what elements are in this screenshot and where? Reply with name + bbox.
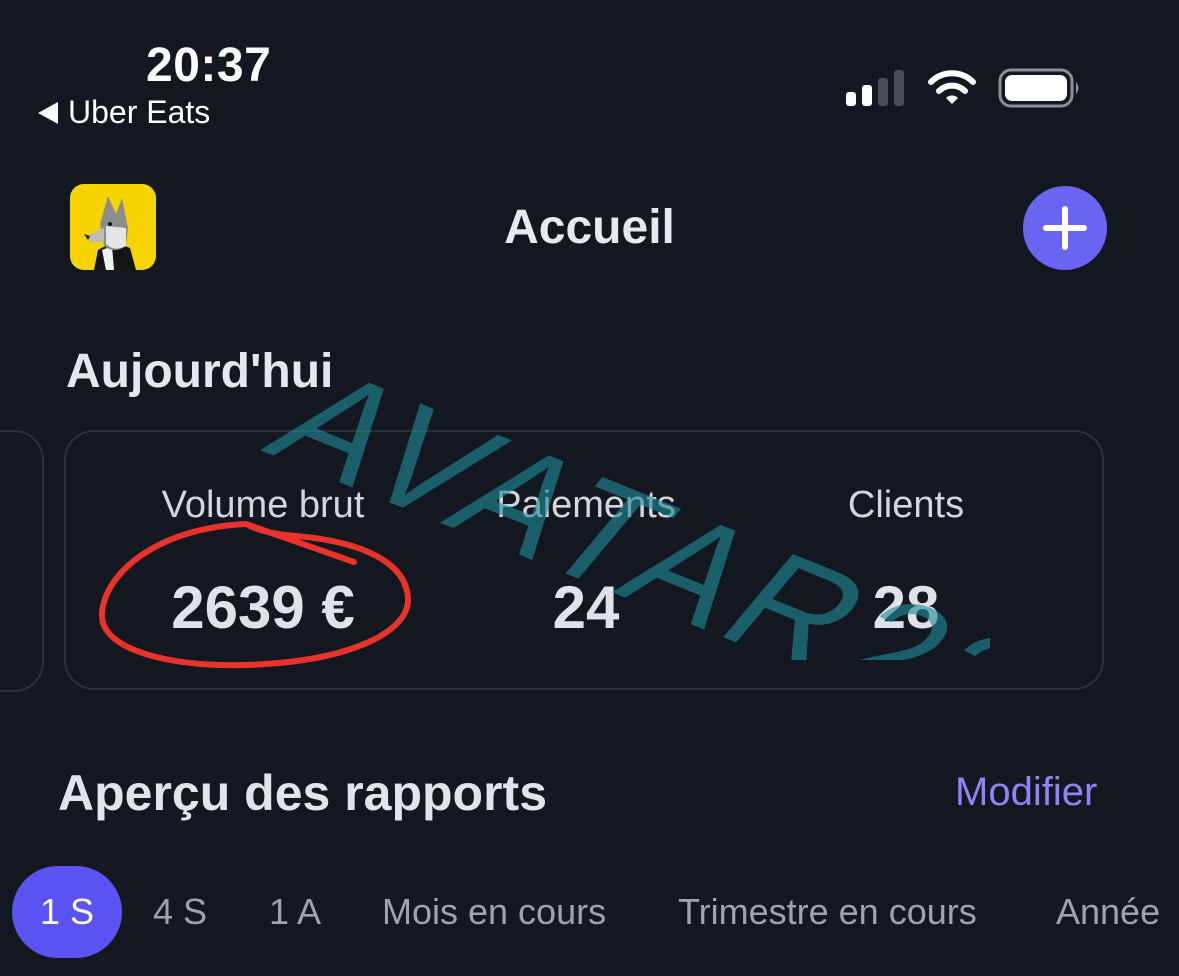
reports-heading: Aperçu des rapports: [58, 765, 548, 821]
report-period-tabs: 1 S 4 S 1 A Mois en cours Trimestre en c…: [0, 866, 1179, 958]
tab-1-year[interactable]: 1 A: [269, 866, 321, 958]
status-time: 20:37: [146, 39, 272, 92]
back-arrow-icon: [38, 101, 58, 124]
watermark-logo: AVATAR234: [238, 341, 990, 660]
tab-4-weeks[interactable]: 4 S: [153, 866, 207, 958]
tab-current-month[interactable]: Mois en cours: [382, 866, 606, 958]
back-to-app-link[interactable]: Uber Eats: [38, 94, 210, 131]
battery-icon: [998, 68, 1079, 108]
tab-1-week[interactable]: 1 S: [12, 866, 122, 958]
tab-current-quarter[interactable]: Trimestre en cours: [678, 866, 977, 958]
back-app-label: Uber Eats: [68, 94, 211, 130]
cellular-signal-icon: [846, 70, 904, 106]
tab-year[interactable]: Année: [1056, 866, 1160, 958]
wifi-icon: [928, 70, 976, 104]
add-button[interactable]: [1023, 186, 1107, 270]
watermark-text: AVATAR234: [238, 341, 990, 660]
edit-reports-link[interactable]: Modifier: [955, 770, 1097, 815]
previous-card-edge[interactable]: [0, 430, 44, 692]
page-title: Accueil: [504, 201, 675, 254]
